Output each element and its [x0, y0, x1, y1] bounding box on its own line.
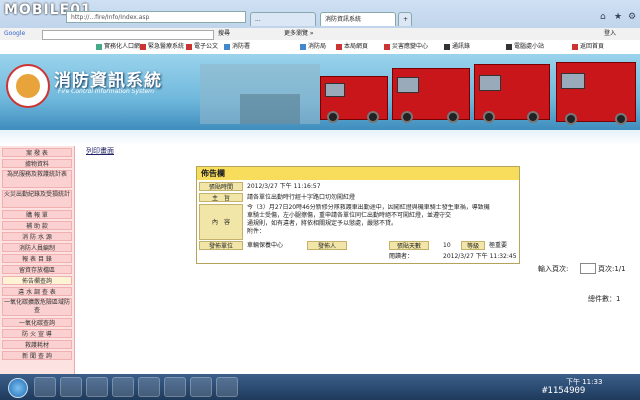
- sidebar-item[interactable]: 補 助 款: [2, 221, 72, 230]
- time-value: 2012/3/27 下午 11:16:57: [247, 183, 321, 190]
- unit-label: 發佈單位: [199, 241, 243, 250]
- fire-truck-icon: [392, 68, 470, 123]
- link-item[interactable]: 實務化人口網: [96, 40, 140, 54]
- link-bullet-icon: [300, 43, 306, 50]
- poster-label: 發佈人: [307, 241, 347, 250]
- content-line: 通規則，如有違者，將依相關規定予以懲處，嚴懲不貸。: [247, 220, 398, 227]
- link-item[interactable]: 消防署: [224, 40, 250, 54]
- link-item[interactable]: 緊急醫療系統: [140, 40, 184, 54]
- notice-header: 佈告欄: [197, 167, 519, 180]
- link-item[interactable]: 電子公文: [186, 40, 218, 54]
- sidebar-item[interactable]: 據物資料: [2, 159, 72, 168]
- fire-truck-icon: [320, 76, 388, 123]
- sidebar-item[interactable]: 一氧化碳查詢: [2, 318, 72, 327]
- sidebar-item[interactable]: 新 聞 查 詢: [2, 351, 72, 360]
- read-label: 閱讀者：: [389, 253, 414, 260]
- sidebar-item[interactable]: 消防人員編制: [2, 243, 72, 252]
- link-bar: 實務化人口網 緊急醫療系統 電子公文 消防署 消防局 本局網頁 災害應變中心 通…: [0, 40, 640, 55]
- tab-fire-system[interactable]: 消防資訊系統: [320, 12, 396, 26]
- link-bullet-icon: [140, 43, 146, 50]
- google-label: Google: [4, 30, 26, 37]
- link-item[interactable]: 通訊錄: [444, 40, 470, 54]
- sidebar-item[interactable]: 一氧化碳擴散危險區域防查: [2, 298, 72, 316]
- firefighters-image: [240, 94, 300, 124]
- level-value: 極重要: [489, 242, 508, 249]
- search-button[interactable]: 搜尋: [218, 28, 230, 40]
- content-line: 今（3）月27日20時46分新修分隊救護車出勤途中，因闖紅燈與機車騎士發生車禍，…: [247, 204, 490, 211]
- link-bullet-icon: [224, 43, 230, 50]
- days-value: 10: [443, 242, 451, 249]
- print-link[interactable]: 列印畫面: [86, 146, 114, 156]
- banner-bottom-strip: [0, 130, 640, 146]
- link-bullet-icon: [336, 43, 342, 50]
- sidebar-item[interactable]: 防 火 宣 導: [2, 329, 72, 338]
- total-count: 總件數：1: [588, 295, 621, 303]
- content-line: 附件：: [247, 228, 266, 235]
- content-line: 車騎士受傷，左小腿擦傷，重申請各單位同仁出勤時絕不可闖紅燈，並遵守交: [247, 212, 452, 219]
- app-icon[interactable]: [138, 377, 160, 397]
- app-icon[interactable]: [190, 377, 212, 397]
- watermark-id: #1154909: [542, 386, 586, 396]
- page-input-label: 輸入頁次:: [538, 265, 569, 273]
- tab-1[interactable]: ...: [250, 12, 316, 26]
- fire-truck-icon: [474, 64, 550, 123]
- link-item[interactable]: 電腦處小站: [506, 40, 544, 54]
- link-item[interactable]: 災害應變中心: [384, 40, 428, 54]
- sidebar-item[interactable]: 救護耗材: [2, 340, 72, 349]
- page-input[interactable]: [580, 263, 596, 274]
- sidebar: 案 撥 表 據物資料 為民服務及救護統計表 火災出勤紀錄及受損統計 購 報 單 …: [0, 146, 75, 374]
- level-label: 等級: [461, 241, 485, 250]
- content-label: 內 容: [199, 204, 243, 240]
- app-icon[interactable]: [216, 377, 238, 397]
- app-icon[interactable]: [164, 377, 186, 397]
- sidebar-item[interactable]: 為民服務及救護統計表: [2, 170, 72, 188]
- sidebar-item[interactable]: 案 撥 表: [2, 148, 72, 157]
- days-label: 張貼天數: [389, 241, 429, 250]
- sidebar-item[interactable]: 違 水 調 查 表: [2, 287, 72, 296]
- gear-icon[interactable]: ⚙: [628, 12, 636, 22]
- link-bullet-icon: [186, 43, 192, 50]
- sidebar-item[interactable]: 火災出勤紀錄及受損統計: [2, 190, 72, 208]
- sidebar-item[interactable]: 購 報 單: [2, 210, 72, 219]
- link-bullet-icon: [506, 43, 512, 50]
- start-button-icon[interactable]: [8, 378, 28, 398]
- ie-icon[interactable]: [34, 377, 56, 397]
- login-button[interactable]: 登入: [604, 28, 616, 40]
- link-item[interactable]: 返回首頁: [572, 40, 604, 54]
- link-bullet-icon: [384, 43, 390, 50]
- sidebar-item[interactable]: 消 防 水 源: [2, 232, 72, 241]
- fire-department-emblem-icon: [6, 64, 50, 108]
- sidebar-item[interactable]: 報 表 目 錄: [2, 254, 72, 263]
- sidebar-item[interactable]: 留資存放檔區: [2, 265, 72, 274]
- app-icon[interactable]: [112, 377, 134, 397]
- media-icon[interactable]: [86, 377, 108, 397]
- unit-value: 車輛保養中心: [247, 242, 284, 249]
- search-input[interactable]: [42, 30, 214, 40]
- link-item[interactable]: 本局網頁: [336, 40, 368, 54]
- link-bullet-icon: [444, 43, 450, 50]
- time-label: 張貼時間: [199, 182, 243, 191]
- star-icon[interactable]: ★: [614, 12, 622, 22]
- page-indicator: 頁次:1/1: [598, 265, 626, 273]
- link-bullet-icon: [96, 43, 102, 50]
- address-bar[interactable]: http://...fire/Info/Index.asp: [66, 11, 246, 23]
- subject-value: 請各單位出勤時行經十字路口切勿闖紅燈: [247, 194, 356, 201]
- sidebar-item-selected[interactable]: 佈告欄查詢: [2, 276, 72, 285]
- more-button[interactable]: 更多瀏覽 »: [284, 28, 314, 40]
- notice-board: 佈告欄 張貼時間 2012/3/27 下午 11:16:57 主 旨 請各單位出…: [196, 166, 520, 264]
- subject-label: 主 旨: [199, 193, 243, 202]
- folder-icon[interactable]: [60, 377, 82, 397]
- site-subtitle: Fire Control Information System: [58, 88, 155, 95]
- new-tab-button[interactable]: +: [398, 12, 412, 26]
- home-icon[interactable]: ⌂: [600, 12, 606, 22]
- site-banner: 消防資訊系統 Fire Control Information System: [0, 54, 640, 130]
- fire-truck-icon: [556, 62, 636, 125]
- read-value: 2012/3/27 下午 11:32:45: [443, 253, 517, 260]
- link-item[interactable]: 消防局: [300, 40, 326, 54]
- link-bullet-icon: [572, 43, 578, 50]
